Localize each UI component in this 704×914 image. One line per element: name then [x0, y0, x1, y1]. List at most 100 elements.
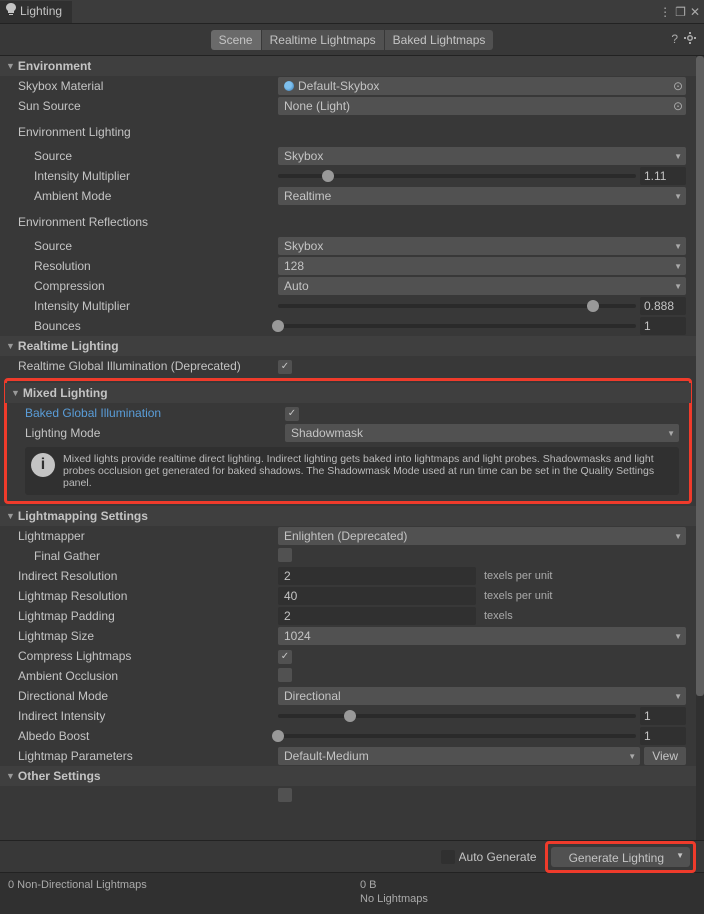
generate-lighting-label: Generate Lighting — [569, 851, 664, 865]
params-dropdown[interactable]: Default-Medium▼ — [278, 747, 640, 765]
chevron-down-icon: ▼ — [674, 152, 682, 161]
indirect-int-label: Indirect Intensity — [0, 709, 278, 723]
window-title: Lighting — [20, 4, 62, 18]
fog-checkbox[interactable] — [278, 788, 292, 802]
indirect-res-label: Indirect Resolution — [0, 569, 278, 583]
indirect-int-input[interactable] — [640, 707, 686, 725]
refl-intensity-label: Intensity Multiplier — [0, 299, 278, 313]
bounces-input[interactable] — [640, 317, 686, 335]
generate-lighting-button[interactable]: Generate Lighting ▼ — [551, 847, 690, 867]
section-lightmapping[interactable]: ▼ Lightmapping Settings — [0, 506, 696, 526]
window-tab[interactable]: Lighting — [0, 1, 72, 23]
chevron-down-icon: ▼ — [674, 692, 682, 701]
title-bar: Lighting ⋮ ❐ ✕ — [0, 0, 704, 24]
compression-label: Compression — [0, 279, 278, 293]
lighting-mode-dropdown[interactable]: Shadowmask▼ — [285, 424, 679, 442]
rgi-checkbox[interactable]: ✓ — [278, 360, 292, 374]
ambient-mode-label: Ambient Mode — [0, 189, 278, 203]
resolution-dropdown[interactable]: 128▼ — [278, 257, 686, 275]
section-mixed-label: Mixed Lighting — [23, 386, 108, 400]
bounces-slider[interactable] — [278, 324, 636, 328]
ao-checkbox[interactable] — [278, 668, 292, 682]
lightmapper-label: Lightmapper — [0, 529, 278, 543]
toolbar: Scene Realtime Lightmaps Baked Lightmaps… — [0, 24, 704, 56]
compression-dropdown[interactable]: Auto ▼ — [278, 277, 686, 295]
indirect-res-input[interactable] — [278, 567, 476, 585]
skybox-material-field[interactable]: Default-Skybox ⊙ — [278, 77, 686, 95]
section-other[interactable]: ▼ Other Settings — [0, 766, 696, 786]
compression-value: Auto — [284, 279, 309, 293]
section-environment-label: Environment — [18, 59, 91, 73]
lightmap-size-value: 1024 — [284, 629, 311, 643]
indirect-int-slider[interactable] — [278, 714, 636, 718]
lightbulb-icon — [6, 3, 16, 18]
object-picker-icon[interactable]: ⊙ — [673, 99, 683, 113]
padding-label: Lightmap Padding — [0, 609, 278, 623]
final-gather-label: Final Gather — [0, 549, 278, 563]
tab-baked-lightmaps[interactable]: Baked Lightmaps — [385, 30, 494, 50]
padding-input[interactable] — [278, 607, 476, 625]
chevron-down-icon: ▼ — [674, 532, 682, 541]
section-realtime[interactable]: ▼ Realtime Lighting — [0, 336, 696, 356]
scrollbar[interactable] — [696, 56, 704, 840]
mixed-lighting-highlight: ▼ Mixed Lighting Baked Global Illuminati… — [4, 378, 692, 504]
albedo-boost-slider[interactable] — [278, 734, 636, 738]
refl-source-label: Source — [0, 239, 278, 253]
help-icon[interactable]: ? — [671, 32, 678, 47]
sun-source-field[interactable]: None (Light) ⊙ — [278, 97, 686, 115]
lightmap-res-input[interactable] — [278, 587, 476, 605]
intensity-input[interactable] — [640, 167, 686, 185]
section-mixed[interactable]: ▼ Mixed Lighting — [5, 383, 691, 403]
chevron-down-icon: ▼ — [674, 632, 682, 641]
final-gather-checkbox[interactable] — [278, 548, 292, 562]
tab-scene[interactable]: Scene — [211, 30, 262, 50]
unit-texels-per-unit: texels per unit — [484, 590, 552, 602]
auto-generate-checkbox[interactable] — [441, 850, 455, 864]
compress-checkbox[interactable]: ✓ — [278, 650, 292, 664]
env-lighting-header: Environment Lighting — [0, 122, 696, 142]
intensity-slider[interactable] — [278, 174, 636, 178]
section-other-label: Other Settings — [18, 769, 101, 783]
refl-source-dropdown[interactable]: Skybox▼ — [278, 237, 686, 255]
dir-mode-dropdown[interactable]: Directional▼ — [278, 687, 686, 705]
refl-intensity-input[interactable] — [640, 297, 686, 315]
chevron-down-icon: ▼ — [628, 752, 636, 761]
sun-source-value: None (Light) — [284, 99, 350, 113]
bgi-label[interactable]: Baked Global Illumination — [7, 406, 285, 420]
object-picker-icon[interactable]: ⊙ — [673, 79, 683, 93]
gear-icon[interactable] — [684, 32, 696, 47]
env-source-dropdown[interactable]: Skybox▼ — [278, 147, 686, 165]
bgi-checkbox[interactable]: ✓ — [285, 407, 299, 421]
refl-intensity-slider[interactable] — [278, 304, 636, 308]
lighting-mode-value: Shadowmask — [291, 426, 363, 440]
chevron-down-icon: ▼ — [674, 282, 682, 291]
lightmap-size-dropdown[interactable]: 1024 ▼ — [278, 627, 686, 645]
section-environment[interactable]: ▼ Environment — [0, 56, 696, 76]
section-lightmapping-label: Lightmapping Settings — [18, 509, 148, 523]
info-box: i Mixed lights provide realtime direct l… — [25, 447, 679, 495]
chevron-down-icon: ▼ — [674, 192, 682, 201]
view-button[interactable]: View — [644, 747, 686, 765]
sun-source-label: Sun Source — [0, 99, 278, 113]
maximize-icon[interactable]: ❐ — [675, 5, 686, 19]
scrollbar-thumb[interactable] — [696, 56, 704, 696]
status-size: 0 B — [360, 879, 696, 891]
status-lightmaps: 0 Non-Directional Lightmaps — [8, 879, 344, 891]
chevron-down-icon: ▼ — [6, 771, 15, 781]
tab-realtime-lightmaps[interactable]: Realtime Lightmaps — [262, 30, 385, 50]
ao-label: Ambient Occlusion — [0, 669, 278, 683]
menu-icon[interactable]: ⋮ — [659, 5, 671, 19]
lightmapper-dropdown[interactable]: Enlighten (Deprecated) ▼ — [278, 527, 686, 545]
skybox-material-value: Default-Skybox — [298, 79, 379, 93]
status-bar: 0 Non-Directional Lightmaps 0 B No Light… — [0, 872, 704, 914]
resolution-value: 128 — [284, 259, 304, 273]
resolution-label: Resolution — [0, 259, 278, 273]
chevron-down-icon: ▼ — [674, 242, 682, 251]
bounces-label: Bounces — [0, 319, 278, 333]
ambient-mode-value: Realtime — [284, 189, 331, 203]
close-icon[interactable]: ✕ — [690, 5, 700, 19]
lightmapper-value: Enlighten (Deprecated) — [284, 529, 407, 543]
generate-highlight: Generate Lighting ▼ — [545, 841, 696, 873]
ambient-mode-dropdown[interactable]: Realtime ▼ — [278, 187, 686, 205]
albedo-boost-input[interactable] — [640, 727, 686, 745]
